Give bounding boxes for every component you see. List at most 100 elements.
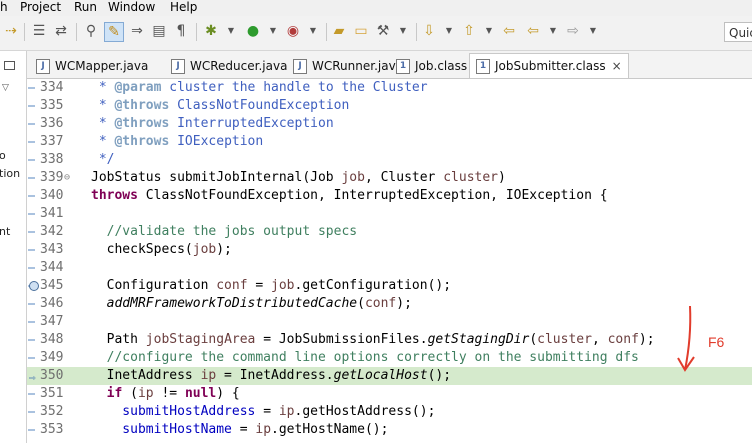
code-line[interactable]: 334 * @param cluster the handle to the C… [27,79,752,97]
code-token: submitHostAddress [91,404,256,419]
open-folder-icon[interactable]: ▭ [352,22,370,40]
code-token: cluster the handle to the Cluster [161,80,428,95]
line-number: 352 [40,404,64,419]
code-text: * @throws IOException [91,133,263,151]
close-icon[interactable]: × [612,59,622,73]
code-line[interactable]: ⇨ 350 InetAddress ip = InetAddress.getLoc… [27,367,752,385]
tab-jobsubmitter-class[interactable]: 1 JobSubmitter.class × [469,53,629,78]
code-line[interactable]: 336 * @throws InterruptedException [27,115,752,133]
menu-item-run[interactable]: Run [74,0,97,15]
code-line[interactable]: 341 [27,205,752,223]
code-line[interactable]: 352 submitHostAddress = ip.getHostAddres… [27,403,752,421]
code-line[interactable]: 342 //validate the jobs output specs [27,223,752,241]
breakpoint-icon[interactable] [29,281,39,291]
line-number: 337 [40,134,64,149]
code-token: = JobSubmissionFiles. [255,332,428,347]
code-token: ( [529,332,538,347]
forward-icon[interactable]: ⇨ [564,22,582,40]
code-text: * @throws ClassNotFoundException [91,97,349,115]
toolbar-separator [196,23,197,41]
chevron-down-icon[interactable]: ▼ [544,22,562,40]
code-line[interactable]: 346 addMRFrameworkToDistributedCache(con… [27,295,752,313]
list-icon[interactable]: ☰ [30,22,48,40]
code-line[interactable]: 349 //configure the command line options… [27,349,752,367]
code-editor[interactable]: 334 * @param cluster the handle to the C… [27,79,752,443]
line-number: 353 [40,422,64,437]
code-token: != [153,386,185,401]
code-token: ip [278,404,295,419]
code-line[interactable]: 351 if (ip != null) { [27,385,752,403]
code-token: ) [498,170,506,185]
code-token: job [271,278,295,293]
tab-job-class[interactable]: 1 Job.class [390,54,467,78]
line-number: 336 [40,116,64,131]
code-token: IOException [169,134,264,149]
code-line[interactable]: 337 * @throws IOException [27,133,752,151]
chevron-down-icon[interactable]: ▽ [2,83,9,93]
code-token: //configure the command line options cor… [91,350,639,365]
code-token: , [591,332,608,347]
run-icon[interactable]: ● [244,22,262,40]
code-line[interactable]: 335 * @throws ClassNotFoundException [27,97,752,115]
outline-icon[interactable]: ▤ [150,22,168,40]
code-line[interactable]: 347 [27,313,752,331]
chevron-down-icon[interactable]: ▼ [264,22,282,40]
filter-icon[interactable]: ⇄ [52,22,70,40]
code-line[interactable]: 338 */ [27,151,752,169]
code-token: InterruptedException [169,116,334,131]
toolbar-separator [416,23,417,41]
line-number: 341 [40,206,64,221]
code-line[interactable]: 344 [27,259,752,277]
tab-wcmapper[interactable]: J WCMapper.java [30,54,148,78]
code-token: ip [255,422,272,437]
fold-toggle-icon[interactable]: ⊖ [64,169,70,187]
code-token: = [255,404,279,419]
external-tools-icon[interactable]: ◉ [284,22,302,40]
code-line[interactable]: 353 submitHostName = ip.getHostName(); [27,421,752,439]
tab-wcrunner[interactable]: J WCRunner.java [287,54,403,78]
menu-item-partial[interactable]: h [0,0,8,15]
code-token: conf [216,278,248,293]
chevron-down-icon[interactable]: ▼ [480,22,498,40]
back-icon[interactable]: ⇦ [524,22,542,40]
paragraph-icon[interactable]: ¶ [172,22,190,40]
tab-label: Job.class [415,59,468,73]
next-annotation-icon[interactable]: ⇩ [420,22,438,40]
chevron-down-icon[interactable]: ▼ [440,22,458,40]
open-type-icon[interactable]: ▰ [330,22,348,40]
menu-item-project[interactable]: Project [20,0,61,15]
refactor-icon[interactable]: ⇢ [2,22,20,40]
code-line[interactable]: 348 Path jobStagingArea = JobSubmissionF… [27,331,752,349]
search-icon[interactable]: ⚒ [374,22,392,40]
highlight-pen-icon[interactable]: ✎ [104,22,124,42]
code-line[interactable]: 340 throws ClassNotFoundException, Interr… [27,187,752,205]
code-token: cluster [537,332,592,347]
code-line[interactable]: 339 ⊖ JobStatus submitJobInternal(Job job,… [27,169,752,187]
tab-wcreducer[interactable]: J WCReducer.java [165,54,287,78]
code-text: submitHostAddress = ip.getHostAddress(); [91,403,435,421]
pin-icon[interactable]: ⚲ [82,22,100,40]
menu-item-help[interactable]: Help [170,0,197,15]
code-text: throws ClassNotFoundException, Interrupt… [91,187,608,205]
annotation-icon[interactable]: ⇒ [128,22,146,40]
quick-access-field[interactable]: Quic [724,22,752,42]
chevron-down-icon[interactable]: ▼ [584,22,602,40]
panel-text-fragment: nt [0,225,11,238]
code-token: (); [427,368,452,383]
toolbar-separator [24,23,25,41]
panel-minimize-icon[interactable] [4,61,15,70]
last-edit-icon[interactable]: ⇦ [500,22,518,40]
code-line[interactable]: 345 Configuration conf = job.getConfigur… [27,277,752,295]
code-token: throws [91,188,138,203]
chevron-down-icon[interactable]: ▼ [304,22,322,40]
debug-icon[interactable]: ✱ [202,22,220,40]
prev-annotation-icon[interactable]: ⇧ [460,22,478,40]
code-line[interactable]: 343 checkSpecs(job); [27,241,752,259]
code-token: cluster [443,170,499,185]
chevron-down-icon[interactable]: ▼ [394,22,412,40]
code-token: ); [638,332,655,347]
chevron-down-icon[interactable]: ▼ [222,22,240,40]
code-token: = [231,422,256,437]
menu-item-window[interactable]: Window [108,0,155,15]
annotation-label: F6 [708,334,725,350]
